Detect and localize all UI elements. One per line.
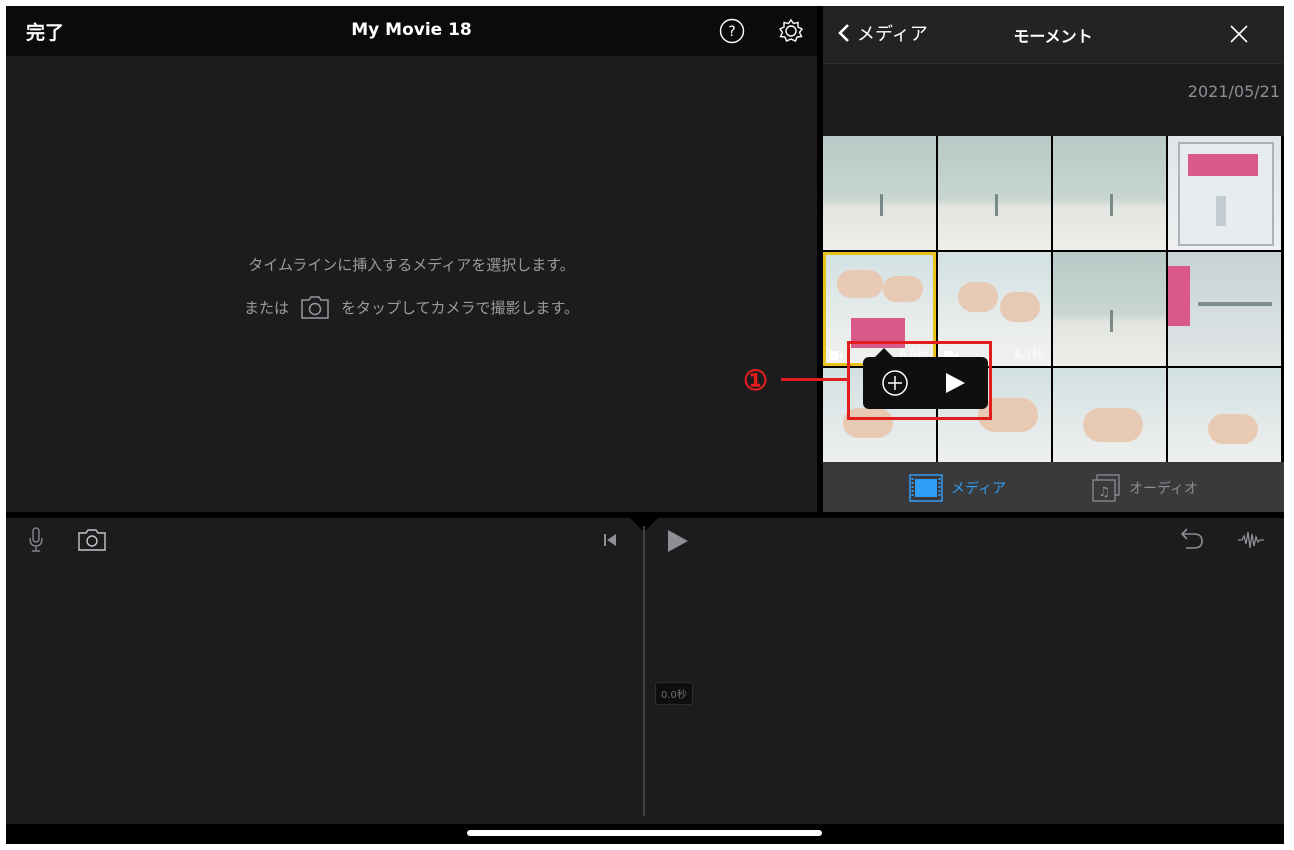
top-bar: 完了 My Movie 18 ? [6, 6, 817, 56]
settings-button[interactable] [778, 18, 804, 44]
ipad-screen: 完了 My Movie 18 ? タイムラインに挿入するメディアを選択します。 … [6, 6, 1284, 844]
hint-suffix: をタップしてカメラで撮影します。 [340, 298, 580, 317]
undo-icon [1180, 528, 1203, 549]
callout-number: ① [743, 364, 769, 397]
svg-text:♫: ♫ [1098, 485, 1110, 500]
media-thumbnail[interactable] [1168, 368, 1281, 462]
timeline[interactable]: 0.0秒 [6, 518, 1284, 824]
audio-waveform-button[interactable] [1236, 528, 1266, 552]
waveform-icon [1238, 531, 1264, 549]
home-indicator[interactable] [467, 830, 822, 836]
play-button[interactable] [664, 528, 690, 554]
media-thumbnail[interactable] [938, 136, 1051, 250]
media-tab-bar: メディア ♫ オーディオ [823, 462, 1284, 512]
media-thumbnail[interactable] [1053, 252, 1166, 366]
media-thumbnail[interactable] [1168, 136, 1281, 250]
media-thumbnail[interactable] [1053, 368, 1166, 462]
music-note-icon: ♫ [1092, 474, 1120, 502]
film-strip-icon [909, 474, 943, 502]
svg-text:?: ? [728, 24, 735, 40]
help-icon: ? [719, 18, 745, 44]
preview-viewer: タイムラインに挿入するメディアを選択します。 または をタップしてカメラで撮影し… [6, 56, 817, 512]
media-panel-title: モーメント [1013, 27, 1093, 46]
gear-icon [778, 18, 804, 42]
tab-audio[interactable]: ♫ オーディオ [1091, 474, 1198, 502]
play-icon [668, 530, 688, 552]
hint-prefix: または [243, 298, 289, 317]
media-thumbnail[interactable] [1053, 136, 1166, 250]
chevron-left-icon [838, 24, 849, 42]
undo-button[interactable] [1176, 526, 1206, 550]
camera-button[interactable] [76, 528, 108, 552]
home-indicator-bar [6, 824, 1284, 844]
playhead-line [643, 526, 645, 816]
microphone-icon [29, 527, 43, 552]
clip-duration: 6.7秒 [1014, 348, 1044, 361]
close-icon [1230, 25, 1248, 43]
hint-select-media: タイムラインに挿入するメディアを選択します。 [248, 256, 575, 274]
media-thumbnail[interactable] [823, 136, 936, 250]
camera-icon [78, 529, 106, 551]
back-label: メディア [857, 24, 928, 45]
callout-highlight-box [847, 341, 992, 420]
back-to-media-button[interactable]: メディア [837, 20, 928, 46]
close-button[interactable] [1227, 22, 1251, 46]
media-browser-panel: メディア モーメント 2021/05/21 6.8秒 6.7秒 メディア ♫ オ… [823, 6, 1284, 512]
skip-back-icon [604, 534, 616, 546]
tab-audio-label: オーディオ [1129, 481, 1199, 497]
tab-media[interactable]: メディア [909, 474, 1006, 502]
media-thumbnail[interactable] [1168, 252, 1281, 366]
voiceover-button[interactable] [28, 526, 44, 554]
timecode-label: 0.0秒 [655, 682, 693, 705]
camera-icon [301, 296, 329, 319]
project-title: My Movie 18 [351, 20, 472, 40]
media-panel-header: メディア モーメント [823, 6, 1284, 64]
tab-media-label: メディア [951, 481, 1007, 497]
callout-leader-line [781, 378, 847, 381]
help-button[interactable]: ? [719, 18, 745, 44]
skip-to-start-button[interactable] [602, 532, 618, 548]
hint-camera: または をタップしてカメラで撮影します。 [6, 294, 817, 320]
moment-date: 2021/05/21 [1187, 82, 1280, 101]
video-icon [829, 351, 843, 360]
